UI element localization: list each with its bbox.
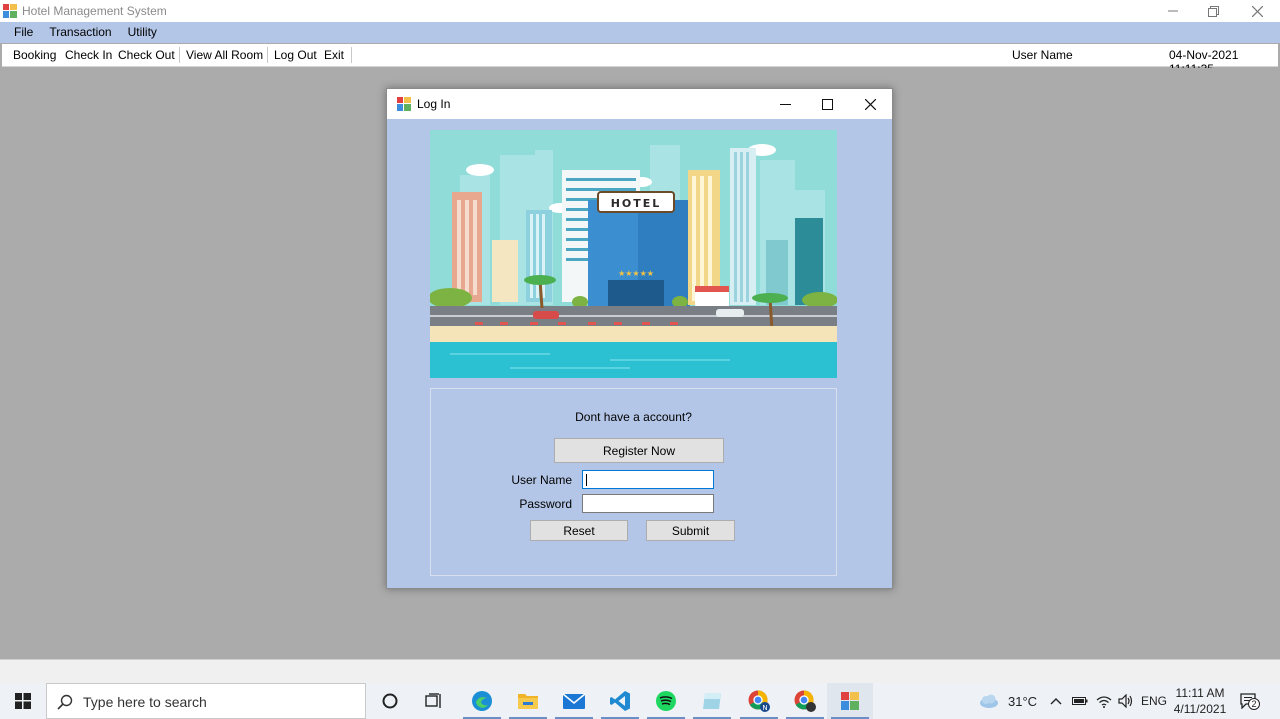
speaker-icon [1118,694,1133,708]
taskbar-mail[interactable] [551,683,597,719]
wifi-button[interactable] [1096,683,1112,719]
taskbar-hotel-app[interactable] [827,683,873,719]
start-button[interactable] [0,683,46,719]
notifications-button[interactable]: 2 [1240,683,1260,719]
toolbar-separator [179,47,180,63]
menu-bar: File Transaction Utility [0,22,1280,43]
toolbar-check-out[interactable]: Check Out [118,48,175,62]
taskbar-notes-app[interactable] [689,683,735,719]
task-view-icon [425,693,441,708]
reset-button[interactable]: Reset [530,520,628,541]
hotel-illustration: HOTEL ★★★★★ [430,130,837,378]
password-field[interactable] [582,494,714,513]
notes-app-icon [703,693,721,709]
toolbar-view-all-room[interactable]: View All Room [186,48,263,62]
taskbar: Type here to search N 31°C ENG 11:11 AM … [0,683,1280,719]
dialog-maximize-button[interactable] [806,89,848,119]
submit-button[interactable]: Submit [646,520,735,541]
taskbar-edge[interactable] [459,683,505,719]
app-icon [3,4,17,18]
register-now-button[interactable]: Register Now [554,438,724,463]
register-prompt: Dont have a account? [575,410,692,424]
weather-cloud-icon [980,694,998,708]
app-icon [397,97,411,111]
menu-transaction[interactable]: Transaction [41,22,119,43]
restore-button[interactable] [1190,0,1236,22]
close-icon [864,98,876,110]
battery-button[interactable] [1072,683,1088,719]
search-icon [57,694,73,710]
toolbar: Booking Check In Check Out View All Room… [2,44,1278,76]
minimize-icon [779,103,791,105]
taskbar-vscode[interactable] [597,683,643,719]
login-dialog: Log In HOTEL ★★★★★ Dont have a account? … [386,88,893,589]
notification-count: 2 [1248,698,1260,710]
weather-temperature: 31°C [1008,693,1038,709]
status-strip [0,659,1280,683]
close-button[interactable] [1234,0,1280,22]
toolbar-booking[interactable]: Booking [13,48,56,62]
password-label: Password [519,497,572,511]
hotel-stars-icon: ★★★★★ [618,269,654,278]
toolbar-exit[interactable]: Exit [324,48,344,62]
input-language: ENG [1141,694,1168,708]
hotel-sign: HOTEL [611,197,662,210]
menu-utility[interactable]: Utility [120,22,165,43]
maximize-icon [821,98,833,110]
window-title: Hotel Management System [22,4,167,18]
input-language-button[interactable]: ENG [1141,683,1167,719]
mail-icon [562,693,586,709]
taskbar-spotify[interactable] [643,683,689,719]
text-caret [586,474,587,486]
dialog-close-button[interactable] [849,89,891,119]
chrome-profile-n-icon: N [748,690,770,712]
clock-time: 11:11 AM [1175,686,1225,700]
edge-icon [472,691,492,711]
toolbar-check-in[interactable]: Check In [65,48,112,62]
login-dialog-title-bar: Log In [387,89,892,119]
chevron-up-icon [1050,698,1062,705]
login-form-panel: Dont have a account? Register Now User N… [430,388,837,576]
cortana-icon [382,693,398,709]
show-hidden-icons-button[interactable] [1050,683,1062,719]
hotel-app-icon [841,692,859,710]
spotify-icon [656,691,676,711]
restore-icon [1207,5,1219,17]
task-view-button[interactable] [411,683,457,719]
main-title-bar: Hotel Management System [0,0,1280,22]
clock-date: 4/11/2021 [1173,702,1227,716]
taskbar-chrome-profile-n[interactable]: N [736,683,782,719]
username-field[interactable] [582,470,714,489]
file-explorer-icon [518,694,538,709]
current-user-label: User Name [1012,48,1073,62]
battery-icon [1072,697,1088,705]
windows-logo-icon [15,693,31,709]
volume-button[interactable] [1118,683,1134,719]
taskbar-file-explorer[interactable] [505,683,551,719]
minimize-icon [1168,10,1178,12]
dialog-minimize-button[interactable] [764,89,806,119]
search-placeholder: Type here to search [83,694,207,710]
weather-widget[interactable]: 31°C [978,683,1037,719]
toolbar-separator [351,47,352,63]
username-label: User Name [511,473,572,487]
taskbar-search-box[interactable]: Type here to search [46,683,366,719]
taskbar-clock[interactable]: 11:11 AM 4/11/2021 [1168,685,1232,717]
cortana-button[interactable] [367,683,413,719]
toolbar-log-out[interactable]: Log Out [274,48,317,62]
close-icon [1251,5,1263,17]
wifi-icon [1096,695,1112,708]
toolbar-separator [267,47,268,63]
chrome-profile-icon [794,690,816,712]
taskbar-chrome-profile[interactable] [782,683,828,719]
vscode-icon [610,691,630,711]
svg-text:N: N [762,704,767,712]
menu-file[interactable]: File [6,22,41,43]
login-dialog-title: Log In [417,97,451,111]
